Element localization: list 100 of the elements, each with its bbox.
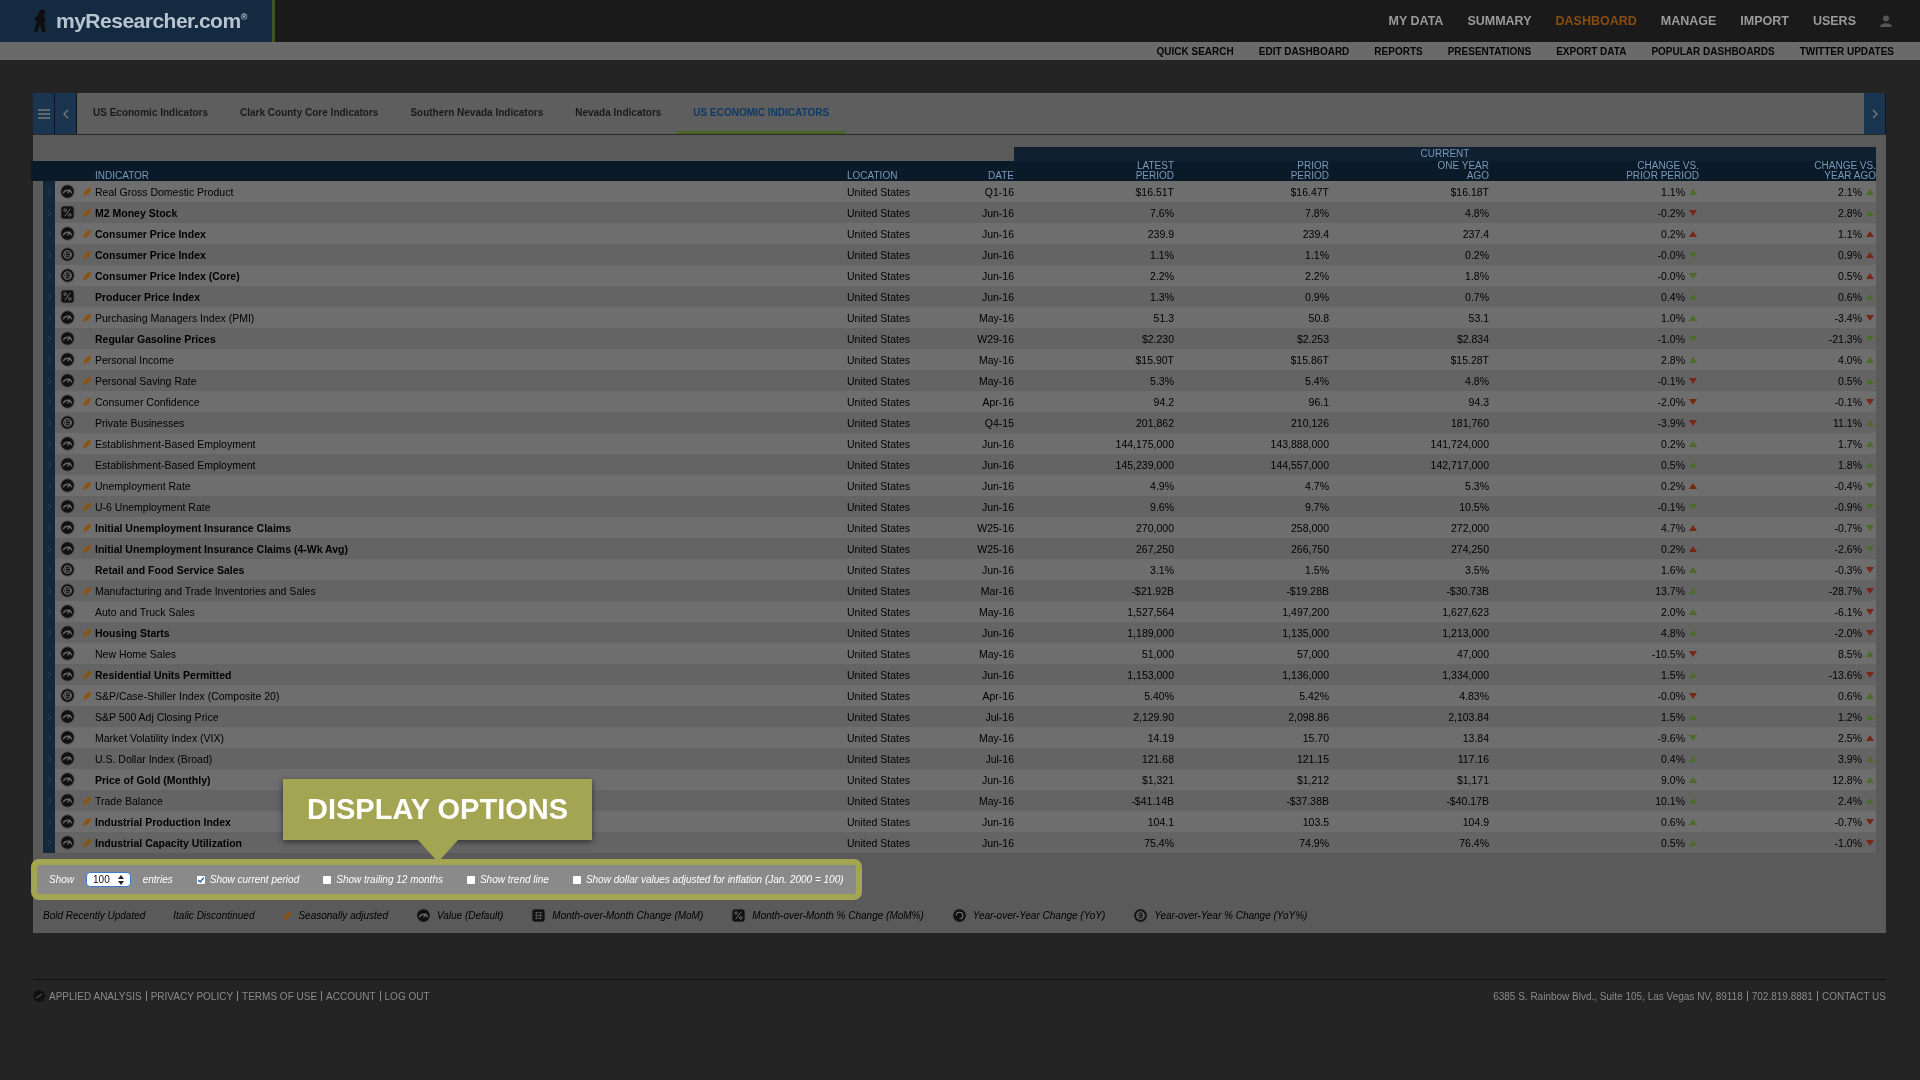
entries-select[interactable]: 100 — [86, 872, 131, 887]
chevron-right-icon[interactable] — [46, 397, 52, 406]
nav-link[interactable]: USERS — [1812, 14, 1856, 28]
column-heading[interactable]: ONE YEAR AGO — [1329, 161, 1489, 182]
chevron-right-icon[interactable] — [46, 229, 52, 238]
menu-button[interactable] — [33, 93, 55, 134]
chevron-right-icon[interactable] — [46, 817, 52, 826]
table-row[interactable]: Market Volatility Index (VIX) United States May-16 14.19 15.70 13.84 -9.6% 2.5% — [43, 727, 1876, 748]
table-row[interactable]: New Home Sales United States May-16 51,000 57,000 47,000 -10.5% 8.5% — [43, 643, 1876, 664]
subnav-link[interactable]: EDIT DASHBOARD — [1258, 45, 1350, 57]
table-row[interactable]: M2 Money Stock United States Jun-16 7.6% 7.8% 4.8% -0.2% 2.8% — [43, 202, 1876, 223]
checkbox[interactable] — [466, 875, 475, 884]
chevron-right-icon[interactable] — [46, 481, 52, 490]
user-icon[interactable] — [1880, 15, 1892, 27]
chevron-right-icon[interactable] — [46, 292, 52, 301]
chevron-right-icon[interactable] — [46, 523, 52, 532]
nav-link[interactable]: MY DATA — [1388, 14, 1444, 28]
table-row[interactable]: Consumer Confidence United States Apr-16 94.2 96.1 94.3 -2.0% -0.1% — [43, 391, 1876, 412]
footer-link[interactable]: PRIVACY POLICY — [150, 990, 234, 1002]
chevron-right-icon[interactable] — [46, 565, 52, 574]
column-heading[interactable]: DATE — [957, 171, 1014, 182]
logo-banner[interactable]: myResearcher.com$^{®}$ — [0, 0, 275, 42]
chevron-right-icon[interactable] — [46, 187, 52, 196]
table-row[interactable]: Initial Unemployment Insurance Claims United States W25-16 270,000 258,000 272,000 4.7% -0.7% — [43, 517, 1876, 538]
next-button[interactable] — [1864, 93, 1886, 134]
chevron-right-icon[interactable] — [46, 376, 52, 385]
chevron-right-icon[interactable] — [46, 208, 52, 217]
chevron-right-icon[interactable] — [46, 838, 52, 847]
subnav-link[interactable]: EXPORT DATA — [1556, 45, 1627, 57]
column-heading[interactable]: PRIOR PERIOD — [1174, 161, 1329, 182]
chevron-right-icon[interactable] — [46, 586, 52, 595]
subnav-link[interactable]: TWITTER UPDATES — [1799, 45, 1894, 57]
checkbox-option[interactable]: Show trailing 12 months — [323, 874, 443, 885]
chevron-right-icon[interactable] — [46, 418, 52, 427]
chevron-right-icon[interactable] — [46, 796, 52, 805]
table-row[interactable]: U.S. Dollar Index (Broad) United States Jul-16 121.68 121.15 117.16 0.4% 3.9% — [43, 748, 1876, 769]
footer-link[interactable]: APPLIED ANALYSIS — [49, 990, 142, 1002]
chevron-right-icon[interactable] — [46, 271, 52, 280]
table-row[interactable]: Residential Units Permitted United States Jun-16 1,153,000 1,136,000 1,334,000 1.5% -13.6% — [43, 664, 1876, 685]
chevron-right-icon[interactable] — [46, 733, 52, 742]
subnav-link[interactable]: POPULAR DASHBOARDS — [1651, 45, 1775, 57]
chevron-right-icon[interactable] — [46, 250, 52, 259]
checkbox-option[interactable]: Show dollar values adjusted for inflation (Jan. 2000 = 100) — [572, 874, 844, 885]
subnav-link[interactable]: REPORTS — [1374, 45, 1423, 57]
chevron-right-icon[interactable] — [46, 754, 52, 763]
column-heading[interactable]: INDICATOR — [95, 171, 847, 182]
table-row[interactable]: Real Gross Domestic Product United States Q1-16 $16.51T $16.47T $16.18T 1.1% 2.1% — [43, 181, 1876, 202]
chevron-right-icon[interactable] — [46, 355, 52, 364]
table-row[interactable]: Consumer Price Index (Core) United States Jun-16 2.2% 2.2% 1.8% -0.0% 0.5% — [43, 265, 1876, 286]
chevron-right-icon[interactable] — [46, 439, 52, 448]
table-row[interactable]: Housing Starts United States Jun-16 1,189,000 1,135,000 1,213,000 4.8% -2.0% — [43, 622, 1876, 643]
table-row[interactable]: Price of Gold (Monthly) United States Jun-16 $1,321 $1,212 $1,171 9.0% 12.8% — [43, 769, 1876, 790]
checkbox[interactable] — [196, 875, 205, 884]
column-heading[interactable]: LATEST PERIOD — [1014, 161, 1174, 182]
table-row[interactable]: Manufacturing and Trade Inventories and Sales United States Mar-16 -$21.92B -$19.28B -$30.73B 13.7% -28.7% — [43, 580, 1876, 601]
subnav-link[interactable]: QUICK SEARCH — [1156, 45, 1234, 57]
table-row[interactable]: Producer Price Index United States Jun-16 1.3% 0.9% 0.7% 0.4% 0.6% — [43, 286, 1876, 307]
chevron-right-icon[interactable] — [46, 313, 52, 322]
chevron-right-icon[interactable] — [46, 691, 52, 700]
table-row[interactable]: Industrial Capacity Utilization United States Jun-16 75.4% 74.9% 76.4% 0.5% -1.0% — [43, 832, 1876, 853]
chevron-right-icon[interactable] — [46, 334, 52, 343]
footer-link[interactable]: LOG OUT — [384, 990, 430, 1002]
tab[interactable]: Nevada Indicators — [559, 93, 678, 134]
nav-link[interactable]: MANAGE — [1660, 14, 1717, 28]
table-row[interactable]: S&P 500 Adj Closing Price United States Jul-16 2,129.90 2,098.86 2,103.84 1.5% 1.2% — [43, 706, 1876, 727]
table-row[interactable]: Private Businesses United States Q4-15 201,862 210,126 181,760 -3.9% 11.1% — [43, 412, 1876, 433]
table-row[interactable]: Auto and Truck Sales United States May-16 1,527,564 1,497,200 1,627,623 2.0% -6.1% — [43, 601, 1876, 622]
footer-link[interactable]: TERMS OF USE — [242, 990, 318, 1002]
chevron-right-icon[interactable] — [46, 628, 52, 637]
chevron-right-icon[interactable] — [46, 544, 52, 553]
column-heading[interactable]: CHANGE VS. YEAR AGO — [1699, 161, 1876, 182]
table-row[interactable]: Personal Income United States May-16 $15.90T $15.86T $15.28T 2.8% 4.0% — [43, 349, 1876, 370]
checkbox[interactable] — [572, 875, 581, 884]
tab[interactable]: Southern Nevada Indicators — [394, 93, 560, 134]
subnav-link[interactable]: PRESENTATIONS — [1447, 45, 1532, 57]
previous-button[interactable] — [55, 93, 77, 134]
chevron-right-icon[interactable] — [46, 775, 52, 784]
table-row[interactable]: Consumer Price Index United States Jun-16 239.9 239.4 237.4 0.2% 1.1% — [43, 223, 1876, 244]
table-row[interactable]: Purchasing Managers Index (PMI) United States May-16 51.3 50.8 53.1 1.0% -3.4% — [43, 307, 1876, 328]
chevron-right-icon[interactable] — [46, 670, 52, 679]
table-row[interactable]: Initial Unemployment Insurance Claims (4-Wk Avg) United States W25-16 267,250 266,750 274,250 0.2% -2.6% — [43, 538, 1876, 559]
table-row[interactable]: Establishment-Based Employment United States Jun-16 145,239,000 144,557,000 142,717,000 0.5% 1.8% — [43, 454, 1876, 475]
chevron-right-icon[interactable] — [46, 460, 52, 469]
checkbox-option[interactable]: Show current period — [196, 874, 300, 885]
table-row[interactable]: Retail and Food Service Sales United States Jun-16 3.1% 1.5% 3.5% 1.6% -0.3% — [43, 559, 1876, 580]
chevron-right-icon[interactable] — [46, 649, 52, 658]
nav-link[interactable]: DASHBOARD — [1555, 14, 1637, 28]
tab[interactable]: Clark County Core Indicators — [224, 93, 395, 134]
checkbox[interactable] — [323, 875, 332, 884]
column-heading[interactable]: LOCATION — [847, 171, 957, 182]
table-row[interactable]: U-6 Unemployment Rate United States Jun-16 9.6% 9.7% 10.5% -0.1% -0.9% — [43, 496, 1876, 517]
chevron-right-icon[interactable] — [46, 607, 52, 616]
table-row[interactable]: Consumer Price Index United States Jun-16 1.1% 1.1% 0.2% -0.0% 0.9% — [43, 244, 1876, 265]
table-row[interactable]: Personal Saving Rate United States May-16 5.3% 5.4% 4.8% -0.1% 0.5% — [43, 370, 1876, 391]
table-row[interactable]: Establishment-Based Employment United States Jun-16 144,175,000 143,888,000 141,724,000 0.2% 1.7% — [43, 433, 1876, 454]
table-row[interactable]: S&P/Case-Shiller Index (Composite 20) United States Apr-16 5.40% 5.42% 4.83% -0.0% 0.6% — [43, 685, 1876, 706]
column-heading[interactable]: CHANGE VS. PRIOR PERIOD — [1489, 161, 1699, 182]
footer-link[interactable]: ACCOUNT — [326, 990, 376, 1002]
table-row[interactable]: Unemployment Rate United States Jun-16 4.9% 4.7% 5.3% 0.2% -0.4% — [43, 475, 1876, 496]
nav-link[interactable]: IMPORT — [1740, 14, 1789, 28]
